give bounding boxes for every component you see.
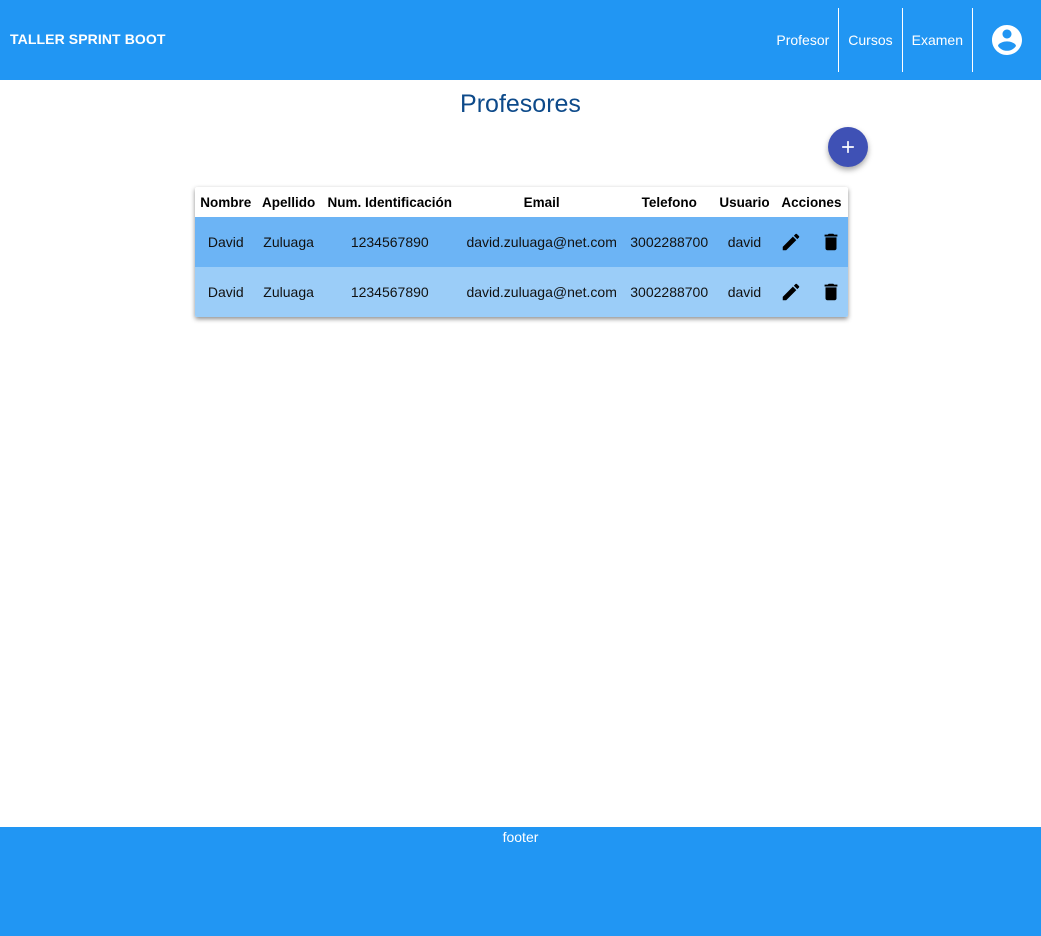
column-header-email[interactable]: Email: [459, 187, 624, 217]
trash-icon: [825, 283, 838, 301]
table-row: David Zuluaga 1234567890 david.zuluaga@n…: [195, 267, 848, 317]
page-title: Profesores: [460, 90, 581, 118]
nav-item-examen[interactable]: Examen: [903, 8, 972, 72]
cell-identificacion: 1234567890: [350, 284, 429, 300]
nav-item-profesor[interactable]: Profesor: [767, 8, 838, 72]
account-circle-icon: [992, 25, 1022, 55]
table-header-row: Nombre Apellido Num. Identificación Emai…: [195, 187, 848, 217]
cell-usuario: david: [727, 234, 762, 250]
cell-nombre: David: [207, 284, 244, 300]
footer-text: footer: [502, 829, 539, 845]
delete-button[interactable]: [820, 231, 842, 253]
profesores-table: Nombre Apellido Num. Identificación Emai…: [195, 187, 848, 317]
cell-nombre: David: [207, 234, 244, 250]
cell-email: david.zuluaga@net.com: [466, 284, 617, 300]
cell-email: david.zuluaga@net.com: [466, 234, 617, 250]
column-header-acciones: Acciones: [781, 194, 842, 210]
column-header-apellido[interactable]: Apellido: [257, 187, 321, 217]
trash-icon: [825, 233, 838, 251]
pencil-icon: [783, 283, 800, 301]
edit-button[interactable]: [780, 281, 802, 303]
cell-identificacion: 1234567890: [350, 234, 429, 250]
edit-button[interactable]: [780, 231, 802, 253]
delete-button[interactable]: [820, 281, 842, 303]
nav-item-cursos[interactable]: Cursos: [839, 8, 901, 72]
cell-usuario: david: [727, 284, 762, 300]
column-header-identificacion[interactable]: Num. Identificación: [321, 187, 459, 217]
table-row: David Zuluaga 1234567890 david.zuluaga@n…: [195, 217, 848, 267]
app-brand: TALLER SPRINT BOOT: [10, 31, 166, 47]
cell-telefono: 3002288700: [630, 284, 709, 300]
account-button[interactable]: [973, 0, 1041, 80]
cell-acciones: [775, 267, 848, 317]
main-nav: Profesor Cursos Examen: [767, 0, 1041, 80]
pencil-icon: [783, 233, 800, 251]
cell-apellido: Zuluaga: [263, 284, 314, 300]
cell-acciones: [775, 217, 848, 267]
cell-apellido: Zuluaga: [263, 234, 314, 250]
add-profesor-button[interactable]: [828, 127, 868, 167]
column-header-telefono[interactable]: Telefono: [624, 187, 714, 217]
plus-icon: [842, 141, 854, 153]
column-header-usuario[interactable]: Usuario: [714, 187, 775, 217]
cell-telefono: 3002288700: [630, 234, 709, 250]
column-header-nombre[interactable]: Nombre: [195, 187, 257, 217]
page-footer: footer: [0, 827, 1041, 936]
top-toolbar: TALLER SPRINT BOOT Profesor Cursos Exame…: [0, 0, 1041, 80]
